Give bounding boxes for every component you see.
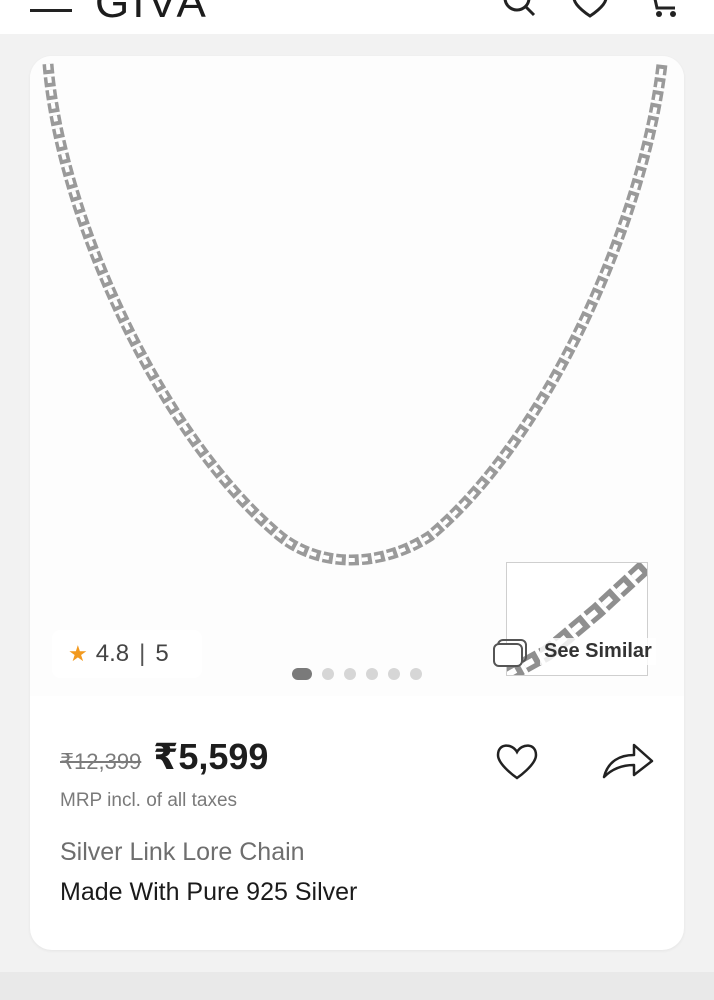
rating-separator: | [139, 640, 146, 667]
wishlist-heart-icon[interactable] [570, 0, 610, 20]
carousel-dot-2[interactable] [322, 668, 334, 680]
product-name: Silver Link Lore Chain [60, 838, 305, 866]
cart-icon[interactable] [643, 0, 683, 20]
product-actions [494, 736, 654, 786]
product-subtitle: Made With Pure 925 Silver [60, 878, 358, 906]
carousel-dot-6[interactable] [410, 668, 422, 680]
product-image-gallery[interactable]: See Similar ★ 4.8 | 5 [30, 56, 684, 696]
brand-logo[interactable]: GIVA [95, 0, 209, 28]
sale-price: ₹5,599 [153, 736, 269, 777]
original-price: ₹12,399 [60, 749, 142, 774]
see-similar-label: See Similar [540, 637, 656, 665]
next-section-edge [0, 972, 714, 1000]
menu-icon[interactable] [30, 0, 72, 24]
carousel-dot-1[interactable] [292, 668, 312, 680]
search-icon[interactable] [500, 0, 540, 20]
tax-note: MRP incl. of all taxes [60, 790, 238, 811]
carousel-indicators [292, 668, 422, 680]
share-button[interactable] [600, 741, 654, 781]
carousel-dot-3[interactable] [344, 668, 356, 680]
rating-count: 5 [155, 640, 169, 667]
see-similar-button[interactable]: See Similar [492, 624, 684, 678]
similar-items-icon [493, 639, 527, 667]
rating-value: 4.8 [95, 640, 130, 667]
rating-badge[interactable]: ★ 4.8 | 5 [52, 630, 202, 678]
top-header: GIVA [0, 0, 714, 34]
product-card: See Similar ★ 4.8 | 5 ₹12,399 ₹5,599 MRP… [30, 56, 684, 950]
carousel-dot-4[interactable] [366, 668, 378, 680]
wishlist-button[interactable] [494, 741, 540, 781]
carousel-dot-5[interactable] [388, 668, 400, 680]
star-icon: ★ [68, 641, 88, 666]
